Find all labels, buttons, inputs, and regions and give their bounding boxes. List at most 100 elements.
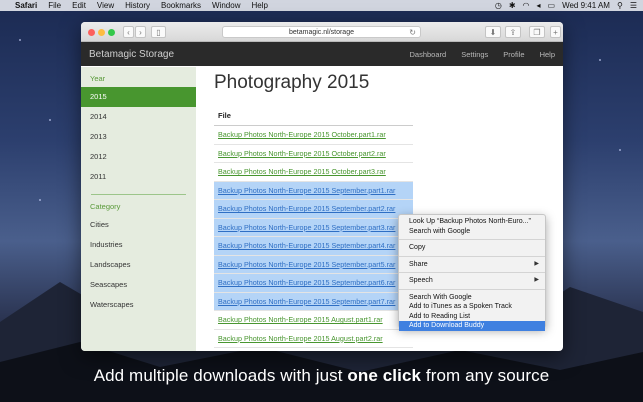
table-row-selected: Backup Photos North-Europe 2015 Septembe… [214, 237, 413, 256]
filter-sidebar: Year 2015 2014 2013 2012 2011 Category C… [81, 67, 196, 351]
menu-item-search-with-google-service[interactable]: Search With Google [399, 293, 545, 303]
menu-help[interactable]: Help [251, 1, 267, 10]
sidebar-item-category[interactable]: Seascapes [81, 275, 196, 295]
table-row-selected: Backup Photos North-Europe 2015 Septembe… [214, 292, 413, 311]
address-bar[interactable]: betamagic.nl/storage ↻ [222, 26, 421, 38]
file-link[interactable]: Backup Photos North-Europe 2015 Septembe… [218, 278, 395, 287]
sidebar-item-year[interactable]: 2011 [81, 167, 196, 187]
nav-settings[interactable]: Settings [461, 50, 488, 59]
table-row-selected: Backup Photos North-Europe 2015 Septembe… [214, 181, 413, 200]
reload-icon[interactable]: ↻ [409, 28, 416, 37]
menu-window[interactable]: Window [212, 1, 240, 10]
promo-caption: Add multiple downloads with just one cli… [0, 366, 643, 386]
fullscreen-window-button[interactable] [108, 29, 115, 36]
file-link[interactable]: Backup Photos North-Europe 2015 October.… [218, 167, 386, 176]
nav-dashboard[interactable]: Dashboard [409, 50, 446, 59]
site-nav-links: Dashboard Settings Profile Help [409, 50, 555, 59]
table-row: Backup Photos North-Europe 2015 October.… [214, 126, 413, 145]
table-row: Backup Photos North-Europe 2015 October.… [214, 163, 413, 182]
menu-history[interactable]: History [125, 1, 150, 10]
menu-separator [399, 255, 545, 257]
menu-item-speech[interactable]: Speech ▶ [399, 276, 545, 286]
menu-item-share-label: Share [409, 260, 428, 268]
file-link[interactable]: Backup Photos North-Europe 2015 Septembe… [218, 186, 395, 195]
table-row-selected: Backup Photos North-Europe 2015 Septembe… [214, 274, 413, 293]
submenu-arrow-icon: ▶ [534, 260, 539, 267]
context-menu: Look Up “Backup Photos North-Euro...” Se… [398, 214, 546, 331]
menu-item-add-to-reading-list[interactable]: Add to Reading List [399, 312, 545, 322]
site-navbar: Betamagic Storage Dashboard Settings Pro… [81, 42, 563, 66]
sidebar-item-category[interactable]: Landscapes [81, 255, 196, 275]
new-tab-icon[interactable]: + [550, 26, 561, 38]
menu-view[interactable]: View [97, 1, 114, 10]
bluetooth-icon[interactable]: ✱ [509, 1, 516, 10]
file-link[interactable]: Backup Photos North-Europe 2015 October.… [218, 149, 386, 158]
file-link[interactable]: Backup Photos North-Europe 2015 Septembe… [218, 223, 395, 232]
tabs-overview-icon[interactable]: ❐ [529, 26, 545, 38]
nav-help[interactable]: Help [540, 50, 555, 59]
site-brand[interactable]: Betamagic Storage [89, 49, 174, 60]
file-link[interactable]: Backup Photos North-Europe 2015 Septembe… [218, 241, 395, 250]
forward-icon[interactable]: › [135, 26, 146, 38]
menu-item-copy[interactable]: Copy [399, 243, 545, 253]
macos-menubar: Safari File Edit View History Bookmarks … [0, 0, 643, 11]
submenu-arrow-icon: ▶ [534, 277, 539, 283]
table-row: Backup Photos North-Europe 2015 August.p… [214, 311, 413, 330]
table-row-selected: Backup Photos North-Europe 2015 Septembe… [214, 200, 413, 219]
file-link[interactable]: Backup Photos North-Europe 2015 October.… [218, 130, 386, 139]
file-table: File Backup Photos North-Europe 2015 Oct… [214, 106, 413, 348]
menu-item-add-to-download-buddy[interactable]: Add to Download Buddy [399, 321, 545, 331]
minimize-window-button[interactable] [98, 29, 105, 36]
sidebar-item-year[interactable]: 2013 [81, 127, 196, 147]
volume-icon[interactable]: ◂ [537, 1, 541, 10]
menubar-status-area: ◷ ✱ ◠ ◂ ▭ Wed 9:41 AM ⚲ ☰ [495, 1, 637, 10]
menu-separator [399, 239, 545, 240]
wifi-icon[interactable]: ◠ [523, 1, 530, 10]
share-icon[interactable]: ⇪ [505, 26, 521, 38]
menubar-clock[interactable]: Wed 9:41 AM [562, 1, 610, 10]
file-link[interactable]: Backup Photos North-Europe 2015 Septembe… [218, 204, 395, 213]
table-row: Backup Photos North-Europe 2015 August.p… [214, 330, 413, 348]
back-icon[interactable]: ‹ [123, 26, 134, 38]
menu-edit[interactable]: Edit [72, 1, 86, 10]
battery-icon[interactable]: ▭ [548, 1, 556, 10]
sidebar-item-category[interactable]: Waterscapes [81, 295, 196, 315]
category-heading: Category [90, 202, 121, 211]
close-window-button[interactable] [88, 29, 95, 36]
menu-item-speech-label: Speech [409, 277, 433, 284]
menu-file[interactable]: File [48, 1, 61, 10]
spotlight-search-icon[interactable]: ⚲ [617, 1, 623, 10]
table-row-selected: Backup Photos North-Europe 2015 Septembe… [214, 218, 413, 237]
file-link[interactable]: Backup Photos North-Europe 2015 August.p… [218, 334, 383, 343]
sidebar-item-year[interactable]: 2014 [81, 107, 196, 127]
downloads-icon[interactable]: ⬇ [485, 26, 501, 38]
column-header-file: File [214, 106, 413, 126]
caption-text-bold: one click [347, 366, 422, 385]
menu-item-add-to-itunes[interactable]: Add to iTunes as a Spoken Track [399, 302, 545, 312]
sidebar-item-year[interactable]: 2015 [81, 87, 196, 107]
safari-toolbar: ‹ › ▯ betamagic.nl/storage ↻ ⬇ ⇪ ❐ + [81, 22, 563, 42]
file-link[interactable]: Backup Photos North-Europe 2015 Septembe… [218, 297, 395, 306]
page-title: Photography 2015 [214, 72, 370, 93]
file-link[interactable]: Backup Photos North-Europe 2015 Septembe… [218, 260, 395, 269]
sidebar-item-year[interactable]: 2012 [81, 147, 196, 167]
menu-separator [399, 272, 545, 273]
menu-item-search-with-google[interactable]: Search with Google [399, 227, 545, 237]
nav-profile[interactable]: Profile [503, 50, 524, 59]
time-machine-icon[interactable]: ◷ [495, 1, 502, 10]
menu-separator [399, 288, 545, 290]
menu-item-look-up[interactable]: Look Up “Backup Photos North-Euro...” [399, 217, 545, 227]
sidebar-item-category[interactable]: Industries [81, 235, 196, 255]
menu-item-share[interactable]: Share ▶ [399, 260, 545, 270]
sidebar-toggle-icon[interactable]: ▯ [151, 26, 166, 38]
notification-center-icon[interactable]: ☰ [630, 1, 637, 10]
menu-safari[interactable]: Safari [15, 1, 37, 10]
sidebar-item-category[interactable]: Cities [81, 215, 196, 235]
year-heading: Year [90, 74, 106, 83]
caption-text-before: Add multiple downloads with just [93, 366, 348, 385]
caption-text-after: from any source [421, 366, 550, 385]
table-row: Backup Photos North-Europe 2015 October.… [214, 145, 413, 163]
menu-bookmarks[interactable]: Bookmarks [161, 1, 201, 10]
file-link[interactable]: Backup Photos North-Europe 2015 August.p… [218, 315, 383, 324]
address-bar-url: betamagic.nl/storage [289, 28, 354, 36]
